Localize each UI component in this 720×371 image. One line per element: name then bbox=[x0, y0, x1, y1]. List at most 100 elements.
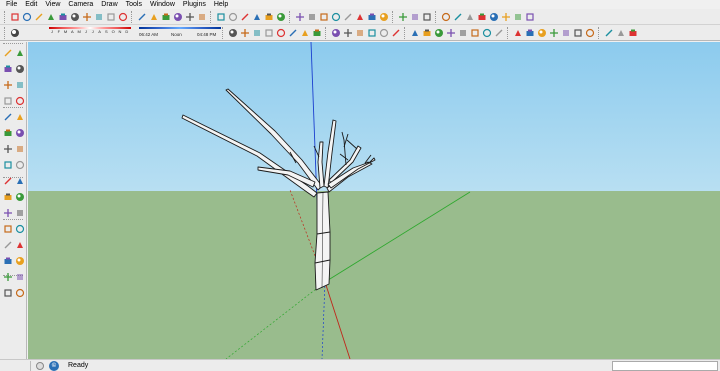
orbit-icon[interactable] bbox=[2, 223, 13, 234]
scale-icon[interactable] bbox=[2, 159, 13, 170]
toolbar-grip[interactable] bbox=[4, 26, 7, 39]
offset-icon[interactable] bbox=[14, 159, 25, 170]
offset-icon[interactable] bbox=[197, 11, 208, 22]
toolbar-grip[interactable] bbox=[507, 26, 510, 39]
axes-icon[interactable] bbox=[264, 11, 275, 22]
measurements-box[interactable] bbox=[612, 361, 718, 371]
right-view-icon[interactable] bbox=[276, 27, 287, 38]
pan-icon[interactable] bbox=[307, 11, 318, 22]
palette-grip[interactable] bbox=[3, 43, 23, 45]
menu-draw[interactable]: Draw bbox=[97, 0, 121, 9]
circle-icon[interactable] bbox=[2, 95, 13, 106]
intersect-icon[interactable] bbox=[434, 27, 445, 38]
shaded-textures-icon[interactable] bbox=[379, 27, 390, 38]
line-icon[interactable] bbox=[70, 11, 81, 22]
smoove-icon[interactable] bbox=[513, 27, 524, 38]
section-plane-icon[interactable] bbox=[422, 11, 433, 22]
freehand-icon[interactable] bbox=[118, 11, 129, 22]
3d-text-icon[interactable] bbox=[276, 11, 287, 22]
follow-me-icon[interactable] bbox=[173, 11, 184, 22]
toolbar-grip[interactable] bbox=[210, 10, 213, 23]
menu-edit[interactable]: Edit bbox=[21, 0, 41, 9]
walk-icon[interactable] bbox=[398, 11, 409, 22]
menu-view[interactable]: View bbox=[41, 0, 64, 9]
shaded-icon[interactable] bbox=[367, 27, 378, 38]
menu-tools[interactable]: Tools bbox=[122, 0, 146, 9]
trim-icon[interactable] bbox=[446, 27, 457, 38]
share-component-icon[interactable] bbox=[465, 11, 476, 22]
view-icon[interactable] bbox=[616, 27, 627, 38]
geo-location-icon[interactable] bbox=[36, 362, 44, 370]
zoom-icon[interactable] bbox=[2, 239, 13, 250]
select-icon[interactable] bbox=[10, 11, 21, 22]
wireframe-icon[interactable] bbox=[343, 27, 354, 38]
axes-icon[interactable] bbox=[2, 207, 13, 218]
pan-icon[interactable] bbox=[14, 223, 25, 234]
subtract-icon[interactable] bbox=[422, 27, 433, 38]
add-location-icon[interactable] bbox=[477, 11, 488, 22]
polygon-icon[interactable] bbox=[106, 11, 117, 22]
protractor-icon[interactable] bbox=[2, 191, 13, 202]
menu-plugins[interactable]: Plugins bbox=[179, 0, 210, 9]
toolbar-grip[interactable] bbox=[131, 10, 134, 23]
add-detail-icon[interactable] bbox=[549, 27, 560, 38]
rectangle-icon[interactable] bbox=[58, 11, 69, 22]
iso-view-icon[interactable] bbox=[240, 27, 251, 38]
eraser-icon[interactable] bbox=[14, 63, 25, 74]
toggle-terrain-icon[interactable] bbox=[489, 11, 500, 22]
credits-icon[interactable]: © bbox=[49, 361, 59, 371]
layer-icon[interactable] bbox=[628, 27, 639, 38]
toolbar-grip[interactable] bbox=[4, 10, 7, 23]
drape-icon[interactable] bbox=[537, 27, 548, 38]
eraser-icon[interactable] bbox=[34, 11, 45, 22]
circle-icon[interactable] bbox=[82, 11, 93, 22]
position-camera-icon[interactable] bbox=[379, 11, 390, 22]
month-slider[interactable]: JFMAMJJASOND bbox=[49, 26, 131, 39]
rectangle-icon[interactable] bbox=[2, 79, 13, 90]
top-view-icon[interactable] bbox=[252, 27, 263, 38]
play-icon[interactable] bbox=[604, 27, 615, 38]
stop-icon[interactable] bbox=[585, 27, 596, 38]
share-model-icon[interactable] bbox=[453, 11, 464, 22]
next-view-icon[interactable] bbox=[367, 11, 378, 22]
model-viewport[interactable] bbox=[28, 42, 720, 359]
stamp-icon[interactable] bbox=[525, 27, 536, 38]
toolbar-grip[interactable] bbox=[404, 26, 407, 39]
dimension-icon[interactable] bbox=[14, 175, 25, 186]
back-edges-icon[interactable] bbox=[331, 27, 342, 38]
union-icon[interactable] bbox=[410, 27, 421, 38]
fog-toggle-icon[interactable] bbox=[228, 27, 239, 38]
front-view-icon[interactable] bbox=[264, 27, 275, 38]
zoom-window-icon[interactable] bbox=[331, 11, 342, 22]
get-models-icon[interactable] bbox=[441, 11, 452, 22]
polygon-icon[interactable] bbox=[2, 111, 13, 122]
get-photo-texture-icon[interactable] bbox=[525, 11, 536, 22]
tape-measure-icon[interactable] bbox=[2, 175, 13, 186]
record-icon[interactable] bbox=[573, 27, 584, 38]
component-icon[interactable] bbox=[14, 47, 25, 58]
zoom-window-icon[interactable] bbox=[14, 239, 25, 250]
paint-bucket-icon[interactable] bbox=[46, 11, 57, 22]
menu-window[interactable]: Window bbox=[146, 0, 179, 9]
3d-text-icon[interactable] bbox=[14, 207, 25, 218]
toolbar-grip[interactable] bbox=[289, 10, 292, 23]
sandbox-from-scratch-icon[interactable] bbox=[494, 27, 505, 38]
back-view-icon[interactable] bbox=[288, 27, 299, 38]
arc-icon[interactable] bbox=[14, 95, 25, 106]
section-plane-icon[interactable] bbox=[14, 287, 25, 298]
toolbar-grip[interactable] bbox=[222, 26, 225, 39]
hidden-line-icon[interactable] bbox=[355, 27, 366, 38]
toolbar-grip[interactable] bbox=[392, 10, 395, 23]
shadows-toggle-icon[interactable] bbox=[10, 27, 21, 38]
follow-me-icon[interactable] bbox=[14, 143, 25, 154]
previous-view-icon[interactable] bbox=[2, 255, 13, 266]
line-icon[interactable] bbox=[14, 79, 25, 90]
zoom-extents-icon[interactable] bbox=[343, 11, 354, 22]
menu-file[interactable]: File bbox=[2, 0, 21, 9]
zoom-icon[interactable] bbox=[319, 11, 330, 22]
push-pull-icon[interactable] bbox=[149, 11, 160, 22]
menu-help[interactable]: Help bbox=[210, 0, 232, 9]
menu-camera[interactable]: Camera bbox=[64, 0, 97, 9]
dimension-icon[interactable] bbox=[228, 11, 239, 22]
outer-shell-icon[interactable] bbox=[470, 27, 481, 38]
